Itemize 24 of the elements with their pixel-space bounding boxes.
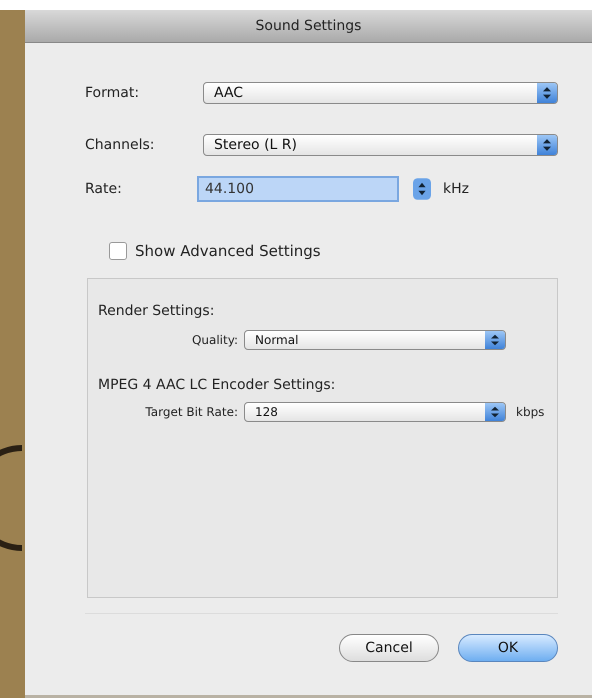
section-heading: MPEG 4 AAC LC Encoder Settings: bbox=[98, 377, 336, 393]
checkbox-label: Show Advanced Settings bbox=[135, 242, 321, 260]
dialog-button[interactable]: Cancel bbox=[339, 634, 439, 662]
popup-menu[interactable]: Normal bbox=[244, 330, 506, 350]
field-label: Channels: bbox=[85, 137, 156, 153]
window-title: Sound Settings bbox=[256, 18, 362, 34]
field-label: Rate: bbox=[85, 181, 123, 197]
section-heading: Render Settings: bbox=[98, 303, 216, 319]
checkbox[interactable] bbox=[109, 242, 127, 260]
popup-menu[interactable]: Stereo (L R) bbox=[203, 134, 558, 156]
stepper-arrows-icon bbox=[485, 403, 505, 421]
field-label: Format: bbox=[85, 85, 140, 101]
field-label: Quality: bbox=[190, 333, 239, 347]
unit-label: kHz bbox=[443, 181, 469, 197]
popup-menu[interactable]: AAC bbox=[203, 82, 558, 104]
popup-menu[interactable]: 128 bbox=[244, 402, 506, 422]
rate-field[interactable]: 44.100 bbox=[197, 176, 399, 202]
stepper-arrows-icon bbox=[485, 331, 505, 349]
field-label: Target Bit Rate: bbox=[144, 405, 239, 419]
stepper-arrows-icon bbox=[537, 83, 557, 103]
unit-label: kbps bbox=[516, 405, 544, 419]
stepper-arrows-icon bbox=[537, 135, 557, 155]
default-button[interactable]: OK bbox=[458, 634, 558, 662]
stepper-icon[interactable] bbox=[413, 177, 431, 201]
